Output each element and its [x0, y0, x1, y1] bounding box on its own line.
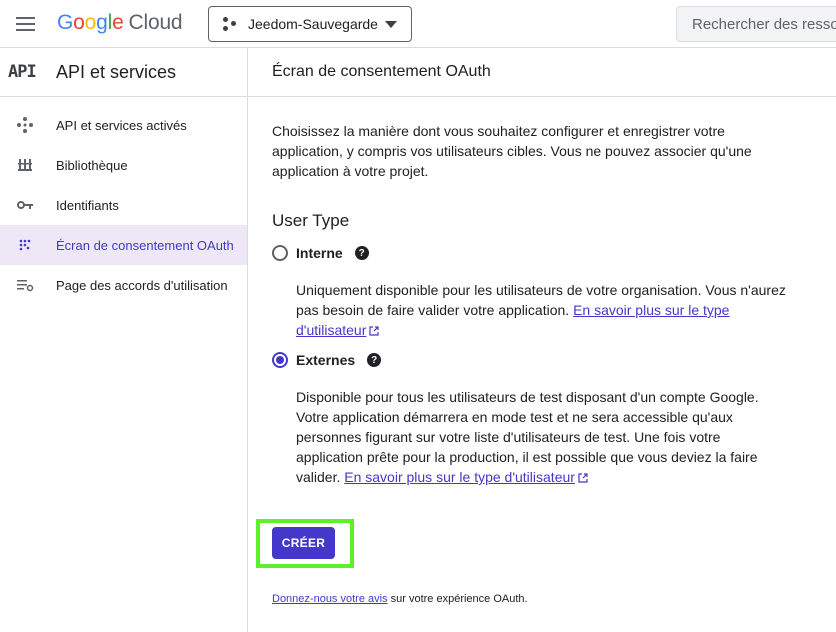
logo-letter: g: [96, 11, 108, 34]
sidebar-title: API et services: [56, 61, 177, 82]
settings-list-icon: [16, 276, 34, 294]
api-logo-icon: API: [8, 62, 37, 82]
intro-text: Choisissez la manière dont vous souhaite…: [272, 123, 752, 179]
external-description: Disponible pour tous les utilisateurs de…: [296, 387, 786, 487]
user-type-option-internal[interactable]: Interne ?: [272, 245, 369, 261]
feedback-link[interactable]: Donnez-nous votre avis: [272, 593, 388, 605]
sidebar-item-usage-agreements[interactable]: Page des accords d'utilisation: [0, 265, 247, 305]
project-name: Jeedom-Sauvegarde: [248, 16, 378, 32]
internal-radio[interactable]: [272, 245, 288, 261]
sidebar: API API et services API et services acti…: [0, 48, 248, 632]
sidebar-item-oauth-consent[interactable]: Écran de consentement OAuth: [0, 225, 247, 265]
caret-down-icon: [385, 21, 397, 28]
key-icon: [16, 196, 34, 214]
search-input[interactable]: Rechercher des ressources: [676, 6, 836, 42]
sidebar-item-enabled-apis[interactable]: API et services activés: [0, 105, 247, 145]
project-selector[interactable]: Jeedom-Sauvegarde: [208, 6, 412, 42]
sidebar-item-credentials[interactable]: Identifiants: [0, 185, 247, 225]
external-radio[interactable]: [272, 352, 288, 368]
help-icon[interactable]: ?: [354, 246, 369, 260]
sidebar-item-label: Identifiants: [56, 197, 119, 213]
page-header: Écran de consentement OAuth: [248, 48, 836, 97]
main-content: Écran de consentement OAuth Choisissez l…: [248, 48, 836, 632]
sidebar-item-label: API et services activés: [56, 117, 187, 133]
sidebar-item-label: Page des accords d'utilisation: [56, 277, 228, 293]
google-cloud-logo[interactable]: Google Cloud: [57, 11, 183, 35]
logo-letter: G: [57, 11, 74, 34]
top-bar: Google Cloud Jeedom-Sauvegarde Rechercher…: [0, 0, 836, 48]
external-learn-more-link[interactable]: En savoir plus sur le type d'utilisateur: [344, 469, 588, 485]
sidebar-item-library[interactable]: Bibliothèque: [0, 145, 247, 185]
create-button[interactable]: CRÉER: [272, 527, 335, 559]
page-title: Écran de consentement OAuth: [272, 63, 491, 80]
logo-letter: o: [84, 11, 97, 34]
feedback-text: sur votre expérience OAuth.: [387, 593, 528, 605]
sidebar-header: API API et services: [0, 48, 247, 97]
menu-icon[interactable]: [14, 14, 38, 34]
external-label: Externes: [296, 352, 356, 368]
internal-label: Interne: [296, 245, 343, 261]
help-icon[interactable]: ?: [367, 353, 382, 367]
api-diamond-icon: [16, 116, 34, 134]
project-icon: [222, 16, 238, 32]
link-text: En savoir plus sur le type d'utilisateur: [344, 469, 575, 485]
external-link-icon: [369, 326, 379, 336]
logo-letter: o: [73, 11, 85, 34]
sidebar-item-label: Écran de consentement OAuth: [56, 237, 234, 253]
internal-description: Uniquement disponible pour les utilisate…: [296, 280, 786, 340]
logo-letter: e: [112, 11, 124, 34]
sidebar-nav: API et services activés Bibliothèque Ide…: [0, 97, 247, 305]
user-type-heading: User Type: [272, 211, 350, 230]
user-type-option-external[interactable]: Externes ?: [272, 352, 382, 368]
feedback-line: Donnez-nous votre avis sur votre expérie…: [272, 593, 528, 605]
library-icon: [16, 156, 34, 174]
sidebar-item-label: Bibliothèque: [56, 157, 128, 173]
consent-dots-icon: [16, 236, 34, 254]
logo-cloud-text: Cloud: [128, 11, 183, 34]
external-link-icon: [578, 473, 588, 483]
